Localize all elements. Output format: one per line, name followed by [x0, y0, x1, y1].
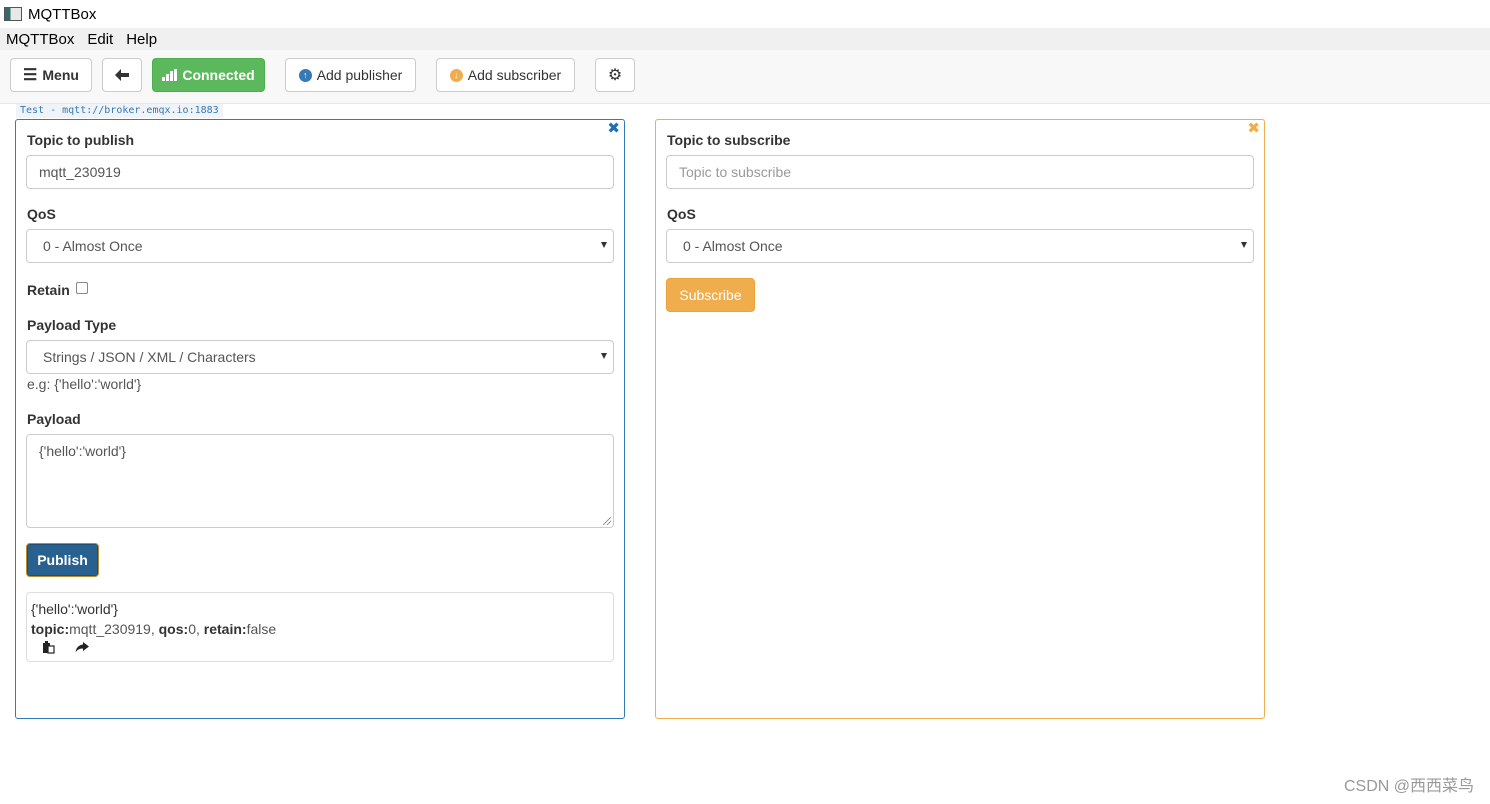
add-publisher-label: Add publisher [316, 67, 403, 83]
message-actions [31, 640, 609, 654]
signal-icon [162, 69, 178, 81]
hamburger-icon: ☰ [23, 67, 38, 84]
message-topic-key: topic: [31, 621, 70, 637]
payload-label: Payload [27, 411, 81, 427]
payload-type-value: Strings / JSON / XML / Characters [43, 349, 256, 365]
payload-textarea[interactable]: {'hello':'world'} [26, 434, 614, 528]
menu-button[interactable]: ☰ Menu [10, 58, 92, 92]
message-meta: topic:mqtt_230919, qos:0, retain:false [31, 619, 609, 639]
arrow-left-icon [115, 69, 129, 81]
add-subscriber-button[interactable]: ↓ Add subscriber [436, 58, 575, 92]
message-retain-value: false [246, 621, 277, 637]
share-icon[interactable] [75, 640, 89, 654]
topic-to-subscribe-input[interactable]: Topic to subscribe [666, 155, 1254, 189]
payload-type-label: Payload Type [27, 317, 117, 333]
subscriber-qos-select[interactable]: 0 - Almost Once [666, 229, 1254, 263]
close-icon[interactable]: ✖ [607, 121, 620, 137]
publisher-qos-value: 0 - Almost Once [43, 238, 143, 254]
arrow-down-circle-icon: ↓ [449, 68, 463, 82]
caret-down-icon [601, 242, 607, 248]
topic-to-subscribe-label: Topic to subscribe [667, 132, 791, 148]
menu-button-label: Menu [42, 67, 79, 83]
subscriber-qos-label: QoS [667, 206, 696, 222]
message-qos-value: 0, [188, 621, 200, 637]
message-payload: {'hello':'world'} [31, 601, 118, 617]
menu-item-edit[interactable]: Edit [87, 31, 113, 48]
watermark: CSDN @西西菜鸟 [1343, 778, 1474, 795]
app-icon [4, 7, 22, 21]
publisher-qos-label: QoS [27, 206, 56, 222]
message-qos-key: qos: [158, 621, 189, 637]
arrow-up-circle-icon: ↑ [298, 68, 312, 82]
menu-item-mqttbox[interactable]: MQTTBox [6, 31, 74, 48]
subscribe-button[interactable]: Subscribe [666, 278, 755, 312]
connection-tag: Test - mqtt://broker.emqx.io:1883 [16, 104, 223, 118]
topic-to-publish-label: Topic to publish [27, 132, 135, 148]
resize-handle[interactable] [603, 517, 611, 525]
add-publisher-button[interactable]: ↑ Add publisher [285, 58, 416, 92]
menu-item-help[interactable]: Help [126, 31, 157, 48]
toolbar: ☰ Menu Connected ↑ Add publisher ↓ Add s… [0, 50, 1490, 104]
gear-icon: ⚙ [607, 67, 623, 84]
back-button[interactable] [102, 58, 142, 92]
message-topic-value: mqtt_230919, [69, 621, 155, 637]
published-message: {'hello':'world'} topic:mqtt_230919, qos… [26, 592, 614, 662]
menubar: MQTTBox Edit Help [0, 28, 1490, 50]
window-titlebar: MQTTBox [0, 0, 1490, 28]
publisher-panel: ✖ Topic to publish mqtt_230919 QoS 0 - A… [15, 119, 625, 719]
payload-hint: e.g: {'hello':'world'} [27, 376, 142, 392]
subscriber-panel: ✖ Topic to subscribe Topic to subscribe … [655, 119, 1265, 719]
subscriber-qos-value: 0 - Almost Once [683, 238, 783, 254]
connected-status-label: Connected [182, 67, 255, 83]
payload-type-select[interactable]: Strings / JSON / XML / Characters [26, 340, 614, 374]
publisher-qos-select[interactable]: 0 - Almost Once [26, 229, 614, 263]
topic-to-publish-input[interactable]: mqtt_230919 [26, 155, 614, 189]
retain-label: Retain [27, 282, 70, 298]
close-icon[interactable]: ✖ [1247, 121, 1260, 137]
caret-down-icon [1241, 242, 1247, 248]
connected-status-button[interactable]: Connected [152, 58, 265, 92]
window-title: MQTTBox [28, 5, 97, 23]
payload-value: {'hello':'world'} [39, 443, 126, 459]
message-retain-key: retain: [203, 621, 247, 637]
add-subscriber-label: Add subscriber [467, 67, 562, 83]
retain-checkbox[interactable] [76, 282, 88, 294]
publish-button[interactable]: Publish [26, 543, 99, 577]
caret-down-icon [601, 353, 607, 359]
copy-icon[interactable] [41, 640, 55, 654]
settings-button[interactable]: ⚙ [595, 58, 635, 92]
